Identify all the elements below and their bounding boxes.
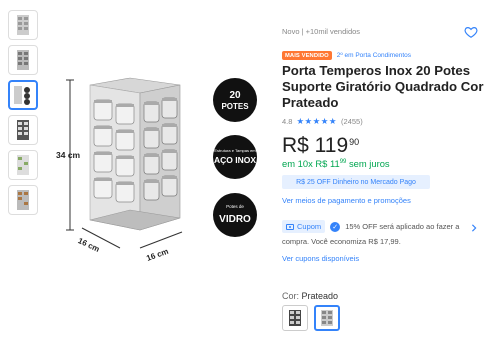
svg-text:20: 20 (229, 90, 241, 101)
coupon-label: Cupom (297, 222, 322, 231)
badge-vidro: Potes de VIDRO (213, 193, 257, 237)
thumbnail-5[interactable] (8, 150, 38, 180)
svg-text:VIDRO: VIDRO (219, 214, 251, 225)
width-label-left: 16 cm (77, 236, 101, 254)
price-cents: 90 (349, 137, 360, 147)
chevron-right-icon[interactable] (470, 224, 478, 232)
svg-text:Estrutura e Tampas em: Estrutura e Tampas em (214, 148, 256, 153)
installments: em 10x R$ 1199 sem juros (282, 158, 390, 169)
thumbnail-4[interactable] (8, 115, 38, 145)
price-integer: R$ 119 (282, 134, 349, 157)
condition-sold-count: Novo | +10mil vendidos (282, 27, 361, 36)
rating-value: 4.8 (282, 117, 293, 126)
best-seller-badge: MAIS VENDIDO (282, 51, 332, 60)
svg-text:POTES: POTES (221, 102, 249, 111)
width-label-right: 16 cm (145, 247, 169, 263)
badge-aco-inox: Estrutura e Tampas em AÇO INOX (213, 135, 257, 179)
color-label: Cor: Prateado (282, 291, 339, 301)
category-rank-link[interactable]: 2º em Porta Condimentos (337, 52, 411, 59)
payment-methods-link[interactable]: Ver meios de pagamento e promoções (282, 196, 411, 205)
spice-rack-illustration: 34 cm 16 cm 16 cm 20 POTES Estrutura e T… (56, 77, 257, 263)
badge-20-potes: 20 POTES (213, 78, 257, 122)
check-icon: ✓ (330, 221, 341, 232)
thumbnail-2[interactable] (8, 45, 38, 75)
color-swatches (282, 305, 340, 331)
ticket-icon (286, 223, 294, 230)
review-count: (2455) (341, 117, 363, 126)
svg-text:Potes de: Potes de (226, 204, 244, 209)
coupon-row[interactable]: Cupom ✓ 15% OFF será aplicado ao fazer a (282, 220, 459, 233)
installment-amount: 10x R$ 11 (297, 158, 340, 169)
rack-body (89, 77, 181, 231)
price: R$ 119 90 (282, 134, 359, 158)
available-coupons-link[interactable]: Ver cupons disponíveis (282, 254, 359, 263)
swatch-option-1[interactable] (282, 305, 308, 331)
heart-icon[interactable] (464, 25, 478, 39)
height-label: 34 cm (56, 150, 81, 160)
mercado-pago-discount-banner: R$ 25 OFF Dinheiro no Mercado Pago (282, 175, 430, 189)
thumbnail-gallery (8, 10, 40, 220)
coupon-tag: Cupom (282, 220, 326, 233)
thumbnail-3[interactable] (8, 80, 38, 110)
rating-row[interactable]: 4.8 ★★★★★ (2455) (282, 116, 363, 127)
swatch-option-2[interactable] (314, 305, 340, 331)
coupon-description: 15% OFF será aplicado ao fazer a (345, 222, 460, 231)
svg-text:AÇO INOX: AÇO INOX (214, 155, 256, 165)
badges-row: MAIS VENDIDO 2º em Porta Condimentos (282, 51, 411, 60)
color-value: Prateado (301, 291, 339, 301)
stars-icon: ★★★★★ (296, 116, 338, 126)
thumbnail-1[interactable] (8, 10, 38, 40)
main-product-image[interactable]: 34 cm 16 cm 16 cm 20 POTES Estrutura e T… (50, 60, 265, 265)
thumbnail-6[interactable] (8, 185, 38, 215)
product-title: Porta Temperos Inox 20 Potes Suporte Gir… (282, 63, 484, 110)
coupon-savings: compra. Você economiza R$ 17,99. (282, 237, 401, 246)
